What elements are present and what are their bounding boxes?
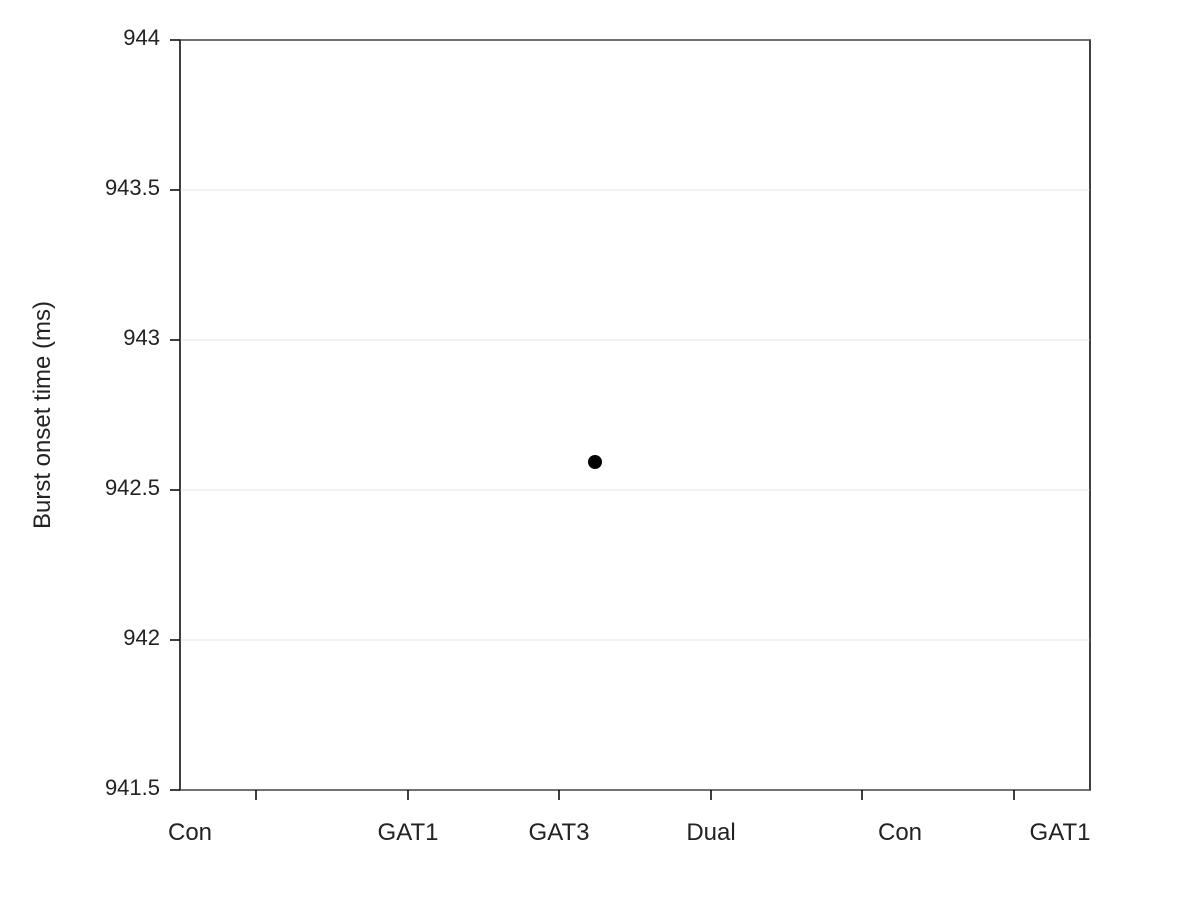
y-tick-942: 942	[123, 625, 160, 650]
y-tick-9435: 943.5	[105, 175, 160, 200]
x-label-gat3: GAT3	[529, 819, 590, 846]
x-label-gat1-2: GAT1	[1030, 819, 1091, 846]
x-label-con1: Con	[168, 819, 212, 846]
scatter-plot: 941.5 942 942.5 943 943.5 944	[0, 0, 1200, 900]
y-tick-9425: 942.5	[105, 475, 160, 500]
x-label-dual: Dual	[686, 819, 735, 846]
x-label-gat1-1: GAT1	[378, 819, 439, 846]
chart-container: 941.5 942 942.5 943 943.5 944	[0, 0, 1200, 900]
y-tick-9415: 941.5	[105, 775, 160, 800]
y-axis-label: Burst onset time (ms)	[29, 301, 56, 529]
plot-background	[180, 40, 1090, 790]
data-point-gat3	[588, 455, 602, 469]
y-tick-944: 944	[123, 25, 160, 50]
x-label-con2: Con	[878, 819, 922, 846]
y-tick-943: 943	[123, 325, 160, 350]
